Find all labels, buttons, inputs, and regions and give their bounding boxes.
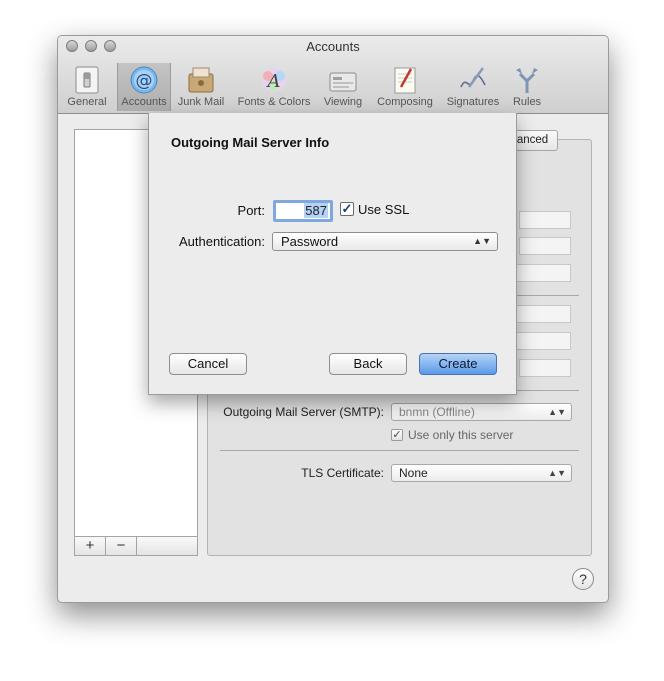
toolbar-label: Signatures	[446, 96, 500, 108]
add-account-button[interactable]: +	[75, 537, 106, 555]
tls-certificate-value: None	[399, 466, 428, 480]
popup-arrows-icon: ▲▼	[548, 468, 566, 478]
faded-field	[519, 211, 571, 229]
toolbar-label: Junk Mail	[177, 96, 225, 108]
toolbar: Accounts General @ Accounts Junk Mail A …	[58, 36, 608, 114]
faded-field	[519, 359, 571, 377]
outgoing-server-label: Outgoing Mail Server (SMTP):	[223, 405, 384, 419]
remove-account-button[interactable]: −	[106, 537, 137, 555]
tls-certificate-popup[interactable]: None ▲▼	[391, 464, 572, 482]
popup-arrows-icon: ▲▼	[548, 407, 566, 417]
rules-icon	[516, 68, 538, 93]
outgoing-server-value: bnmn (Offline)	[399, 405, 475, 419]
authentication-label: Authentication:	[178, 234, 265, 249]
sheet-title: Outgoing Mail Server Info	[171, 135, 330, 150]
faded-field	[519, 237, 571, 255]
svg-text:@: @	[136, 71, 153, 91]
window-title: Accounts	[306, 39, 360, 54]
toolbar-label: General	[67, 96, 107, 108]
toolbar-label: Viewing	[323, 96, 363, 108]
at-sign-icon: @	[130, 66, 158, 94]
tls-certificate-label: TLS Certificate:	[301, 466, 384, 480]
fonts-colors-icon: A	[262, 68, 286, 92]
outgoing-server-sheet: Outgoing Mail Server Info Port: 587 ✓ Us…	[148, 113, 517, 395]
outgoing-server-popup[interactable]: bnmn (Offline) ▲▼	[391, 403, 572, 421]
toolbar-label: Fonts & Colors	[237, 96, 311, 108]
use-only-server-checkbox[interactable]: ✓	[391, 429, 403, 441]
toolbar-label: Accounts	[121, 96, 167, 108]
toolbar-item-rules[interactable]: Rules	[508, 63, 546, 111]
viewing-icon	[329, 72, 357, 92]
cancel-button[interactable]: Cancel	[169, 353, 247, 375]
general-switch-icon	[75, 66, 99, 94]
port-label: Port:	[237, 203, 265, 218]
port-input[interactable]: 587	[273, 200, 333, 222]
authentication-value: Password	[281, 234, 339, 249]
authentication-popup[interactable]: Password ▲▼	[272, 232, 498, 251]
toolbar-item-signatures[interactable]: Signatures	[443, 63, 503, 111]
separator	[220, 450, 579, 451]
toolbar-item-accounts[interactable]: @ Accounts	[117, 63, 171, 111]
back-button[interactable]: Back	[329, 353, 407, 375]
toolbar-item-general[interactable]: General	[64, 63, 110, 111]
popup-arrows-icon: ▲▼	[473, 236, 491, 246]
use-ssl-checkbox[interactable]: ✓	[340, 202, 354, 216]
svg-text:A: A	[266, 71, 281, 92]
toolbar-item-junk-mail[interactable]: Junk Mail	[174, 63, 228, 111]
toolbar-label: Rules	[512, 96, 542, 108]
port-value: 587	[304, 203, 328, 218]
create-button[interactable]: Create	[419, 353, 497, 375]
use-ssl-label: Use SSL	[358, 202, 410, 217]
toolbar-item-viewing[interactable]: Viewing	[319, 63, 367, 111]
toolbar-item-fonts-colors[interactable]: A Fonts & Colors	[234, 63, 314, 111]
signatures-icon	[460, 67, 486, 88]
help-button[interactable]: ?	[572, 568, 594, 590]
toolbar-item-composing[interactable]: Composing	[373, 63, 437, 111]
composing-icon	[394, 67, 416, 94]
use-only-server-label: Use only this server	[408, 428, 514, 442]
toolbar-label: Composing	[377, 96, 433, 108]
junk-mail-icon	[188, 67, 214, 93]
account-list-controls: + −	[74, 536, 198, 556]
